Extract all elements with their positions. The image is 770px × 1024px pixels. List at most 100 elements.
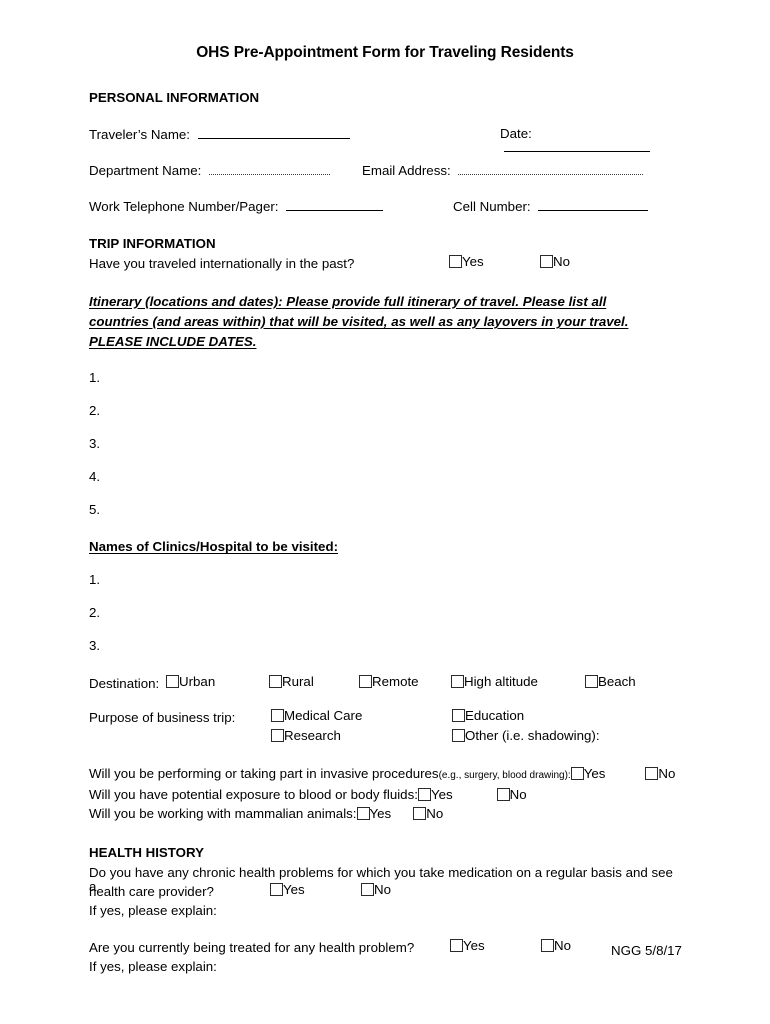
purpose-option-medical-care[interactable]: Medical Care [271, 709, 362, 723]
current-treatment-explain-label: If yes, please explain: [89, 959, 217, 975]
checkbox-icon[interactable] [417, 788, 431, 802]
question-traveled-internationally: Have you traveled internationally in the… [89, 253, 681, 270]
traveler-name-input[interactable] [197, 127, 350, 139]
checkbox-icon[interactable] [356, 806, 370, 820]
field-row-phone-cell: Work Telephone Number/Pager: Cell Number… [89, 199, 681, 213]
checkbox-icon[interactable] [645, 767, 659, 781]
checkbox-icon[interactable] [270, 883, 283, 897]
list-item: 3. [89, 638, 101, 654]
destination-label: Destination: [89, 676, 160, 692]
destination-row: Destination: Urban Rural Remote High alt… [89, 674, 681, 697]
destination-option-urban[interactable]: Urban [166, 675, 215, 689]
destination-option-rural[interactable]: Rural [269, 674, 314, 690]
question-invasive-procedures: Will you be performing or taking part in… [89, 765, 681, 786]
list-item: 1. [89, 572, 101, 588]
option-label: Rural [282, 674, 314, 690]
option-label: Education [465, 708, 525, 724]
invasive-procedures-yes[interactable]: Yes [570, 765, 606, 784]
option-label: No [658, 766, 676, 782]
list-item: 2. [89, 605, 101, 621]
document-body: OHS Pre-Appointment Form for Traveling R… [89, 44, 681, 979]
mammalian-animals-no[interactable]: No [413, 805, 443, 824]
work-phone-input[interactable] [286, 199, 384, 212]
page-title: OHS Pre-Appointment Form for Traveling R… [196, 44, 574, 61]
option-label: No [426, 805, 444, 821]
email-address-label: Email Address: [362, 163, 451, 179]
current-treatment-no[interactable]: No [541, 939, 571, 952]
checkbox-icon[interactable] [450, 939, 463, 953]
destination-option-remote[interactable]: Remote [359, 675, 419, 689]
checkbox-icon[interactable] [449, 254, 462, 268]
option-label: Yes [583, 766, 606, 782]
checkbox-icon[interactable] [452, 729, 465, 743]
email-address-input[interactable] [458, 163, 644, 176]
invasive-procedures-note: (e.g., surgery, blood drawing): [438, 770, 571, 782]
form-page: OHS Pre-Appointment Form for Traveling R… [0, 0, 770, 1024]
work-phone-label: Work Telephone Number/Pager: [89, 199, 279, 215]
current-treatment-yes[interactable]: Yes [450, 939, 485, 952]
blood-exposure-yes[interactable]: Yes [417, 786, 453, 805]
option-label: Yes [463, 938, 485, 954]
checkbox-icon[interactable] [361, 883, 374, 897]
option-label: Other (i.e. shadowing): [465, 728, 600, 744]
invasive-procedures-label: Will you be performing or taking part in… [89, 766, 439, 782]
checkbox-icon[interactable] [585, 675, 598, 689]
invasive-procedures-no[interactable]: No [645, 765, 675, 784]
checkbox-icon[interactable] [359, 675, 372, 689]
checkbox-icon[interactable] [452, 709, 465, 723]
destination-option-high-altitude[interactable]: High altitude [451, 674, 538, 690]
purpose-option-other[interactable]: Other (i.e. shadowing): [452, 728, 600, 744]
option-label: Research [284, 728, 341, 744]
field-row-name-date: Traveler’s Name: Date: [89, 126, 681, 153]
itinerary-instructions: Itinerary (locations and dates): Please … [89, 293, 629, 350]
list-item: 1. [89, 370, 101, 386]
chronic-problems-explain: If yes, please explain: [89, 904, 681, 923]
option-label: Beach [598, 674, 636, 690]
checkbox-icon[interactable] [166, 675, 179, 689]
option-label: High altitude [464, 674, 538, 690]
blood-exposure-no[interactable]: No [496, 786, 527, 805]
footer-text: NGG 5/8/17 [611, 943, 682, 958]
list-item: 5. [89, 502, 101, 518]
cell-number-label: Cell Number: [453, 199, 531, 215]
date-input[interactable] [504, 140, 650, 153]
option-label: No [509, 787, 527, 803]
chronic-problems-yes[interactable]: Yes [270, 883, 305, 896]
traveled-internationally-yes[interactable]: Yes [449, 253, 484, 269]
cell-number-input[interactable] [538, 199, 649, 212]
option-label: No [554, 938, 571, 954]
email-group: Email Address: [362, 163, 644, 179]
traveler-name-label: Traveler’s Name: [89, 126, 190, 142]
mammalian-animals-yes[interactable]: Yes [356, 805, 392, 824]
option-label: Yes [462, 253, 484, 269]
option-label: No [374, 882, 391, 898]
date-group: Date: [500, 127, 681, 154]
checkbox-icon[interactable] [271, 729, 284, 743]
clinics-list: 1. 2. 3. [89, 572, 681, 671]
itinerary-list: 1. 2. 3. 4. 5. [89, 370, 681, 535]
list-item: 3. [89, 436, 101, 452]
traveled-internationally-no[interactable]: No [540, 254, 570, 268]
checkbox-icon[interactable] [269, 675, 282, 689]
purpose-label: Purpose of business trip: [89, 710, 236, 726]
purpose-option-research[interactable]: Research [271, 728, 341, 744]
chronic-problems-line-2: health care provider? Yes No [89, 883, 681, 904]
chronic-problems-no[interactable]: No [361, 883, 391, 896]
option-label: Yes [430, 787, 453, 803]
checkbox-icon[interactable] [496, 788, 510, 802]
department-name-input[interactable] [209, 163, 331, 176]
option-label: Yes [369, 805, 392, 821]
checkbox-icon[interactable] [570, 767, 584, 781]
clinics-heading: Names of Clinics/Hospital to be visited: [89, 539, 338, 555]
purpose-option-education[interactable]: Education [452, 708, 525, 724]
option-label: Yes [283, 882, 305, 898]
destination-option-beach[interactable]: Beach [585, 674, 636, 690]
checkbox-icon[interactable] [541, 939, 554, 953]
current-treatment-explain: If yes, please explain: [89, 960, 681, 979]
chronic-problems-label-line2: health care provider? [89, 884, 214, 900]
checkbox-icon[interactable] [413, 806, 427, 820]
checkbox-icon[interactable] [451, 675, 464, 689]
checkbox-icon[interactable] [271, 709, 284, 723]
checkbox-icon[interactable] [540, 254, 553, 268]
field-row-department-email: Department Name: Email Address: [89, 163, 681, 177]
